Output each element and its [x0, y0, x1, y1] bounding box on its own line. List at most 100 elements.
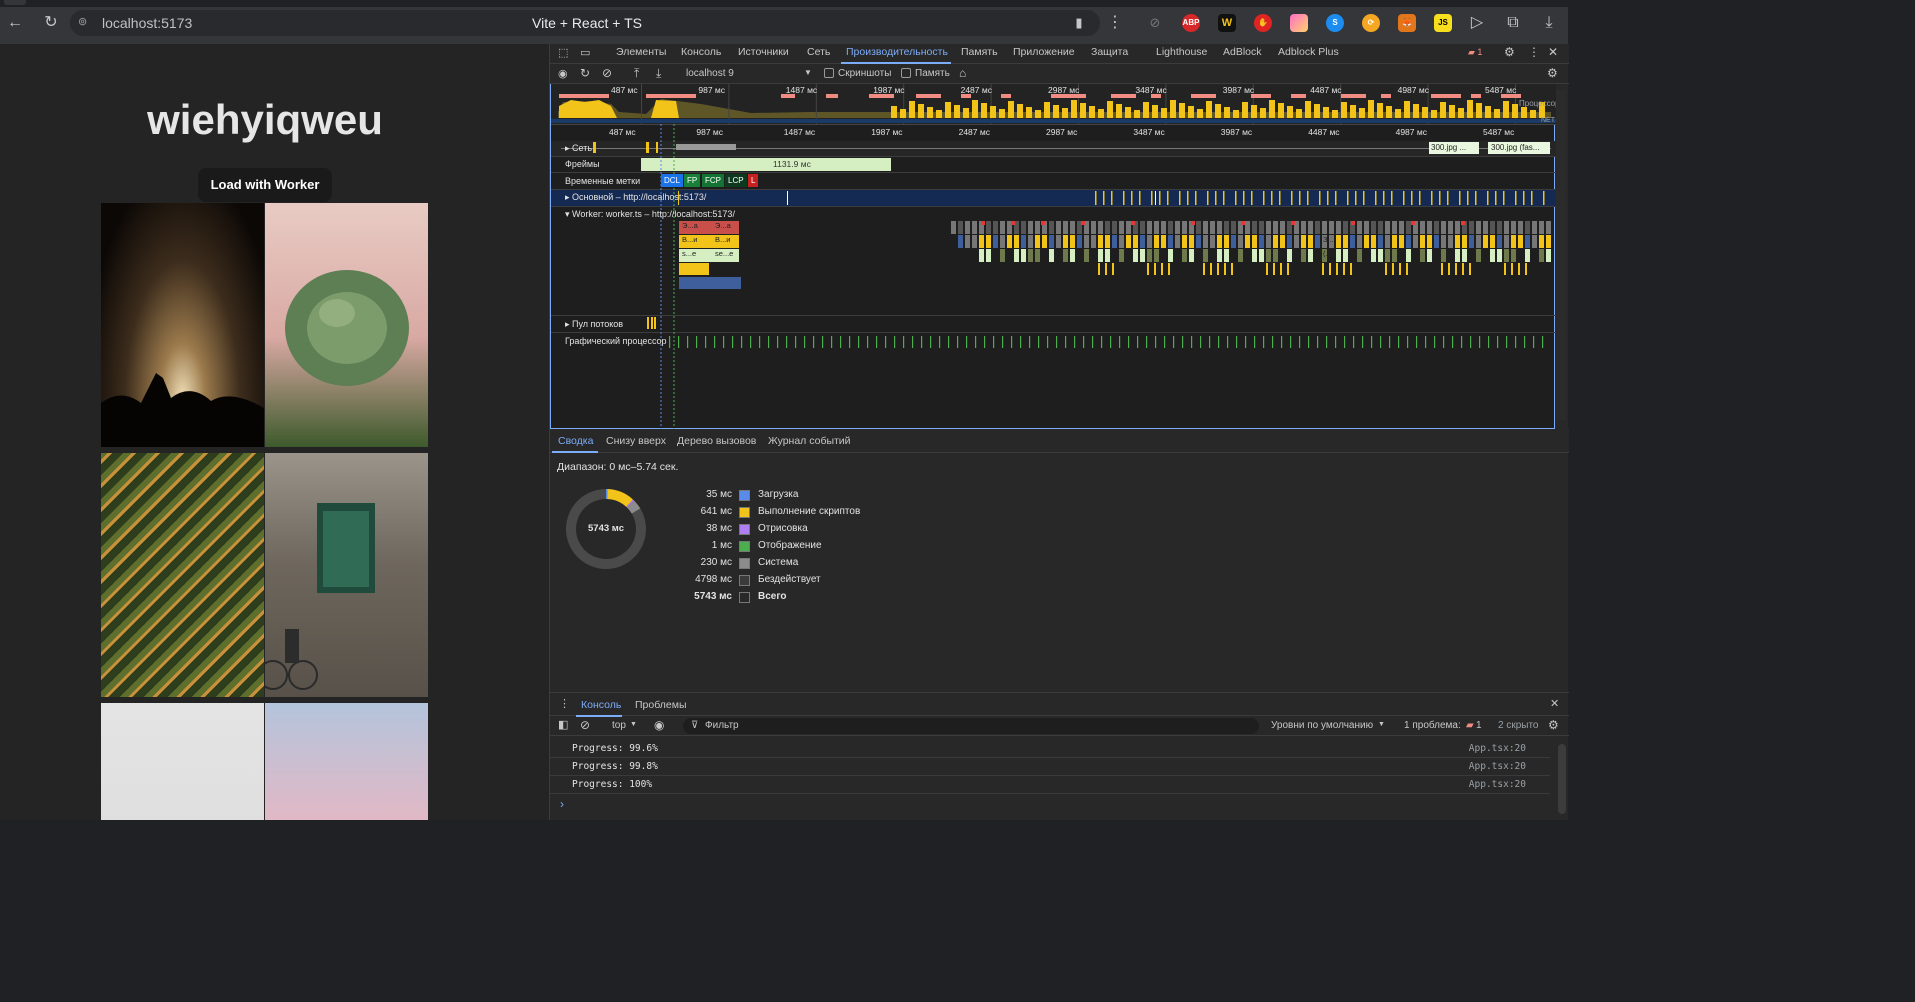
overview-cpu-bar [1107, 101, 1113, 118]
sidebar-toggle-icon[interactable]: ◧ [558, 718, 568, 731]
site-info-icon[interactable]: ⊚ [78, 15, 87, 28]
tab-application[interactable]: Приложение [1013, 46, 1075, 58]
tab-elements[interactable]: Элементы [616, 46, 666, 58]
metamask-icon[interactable]: 🦊 [1398, 14, 1416, 32]
screenshots-checkbox[interactable] [824, 68, 834, 78]
track-network[interactable]: ▸ Сеть [565, 143, 592, 154]
overview-cpu-bar [1413, 104, 1419, 118]
tab-security[interactable]: Защита [1091, 46, 1128, 58]
tab-lighthouse[interactable]: Lighthouse [1156, 46, 1207, 58]
browser-tab[interactable] [4, 0, 26, 5]
frame-bar[interactable] [641, 158, 891, 171]
load-with-worker-button[interactable]: Load with Worker [198, 168, 332, 202]
fp-marker[interactable]: FP [684, 174, 701, 187]
close-drawer-icon[interactable]: ✕ [1550, 697, 1559, 710]
timeline-scrollbar[interactable] [1556, 90, 1566, 420]
track-threadpool[interactable]: ▸ Пул потоков [565, 319, 623, 330]
capture-settings-icon[interactable]: ⚙ [1547, 66, 1558, 80]
extension-w-icon[interactable]: W [1218, 14, 1236, 32]
shazam-icon[interactable]: S [1326, 14, 1344, 32]
javascript-icon[interactable]: JS [1434, 14, 1452, 32]
tab-summary[interactable]: Сводка [558, 435, 593, 447]
issues-badge[interactable]: ▰ 1 [1468, 47, 1482, 58]
garbage-collect-icon[interactable]: ⌂ [959, 66, 966, 80]
adblock-plus-icon[interactable]: ABP [1182, 14, 1200, 32]
drawer-menu-icon[interactable]: ⋮ [559, 697, 570, 710]
gpu-event [1182, 336, 1184, 348]
settings-gear-icon[interactable]: ⚙ [1504, 45, 1515, 59]
context-select[interactable]: top [612, 720, 626, 731]
tab-sources[interactable]: Источники [738, 46, 789, 58]
log-source-link[interactable]: App.tsx:20 [1469, 743, 1526, 754]
upload-profile-icon[interactable]: ⤒ [634, 66, 639, 81]
worker-task [1420, 221, 1425, 234]
performance-timeline[interactable]: 487 мс 987 мс 1487 мс 1987 мс 2487 мс 2987 мс… [550, 84, 1560, 429]
overview-selection-strip[interactable] [551, 119, 1556, 123]
tab-adblock-plus[interactable]: Adblock Plus [1278, 46, 1339, 58]
log-levels-select[interactable]: Уровни по умолчанию [1271, 720, 1373, 731]
extension-gradient-icon[interactable] [1290, 14, 1308, 32]
close-devtools-icon[interactable]: ✕ [1548, 45, 1558, 59]
reload-icon[interactable]: ↻ [42, 14, 60, 32]
overview-cpu-bar [1314, 104, 1320, 118]
console-log-line[interactable]: Progress: 99.8% App.tsx:20 [550, 758, 1550, 776]
adblock-hand-icon[interactable]: ✋ [1254, 14, 1272, 32]
tab-network[interactable]: Сеть [807, 46, 830, 58]
tab-performance[interactable]: Производительность [846, 46, 948, 58]
load-marker[interactable]: L [748, 174, 759, 187]
track-gpu[interactable]: Графический процессор [565, 336, 667, 346]
track-main[interactable]: ▸ Основной – http://localhost:5173/ [565, 192, 706, 203]
extensions-puzzle-icon[interactable]: ⧉ [1504, 14, 1522, 32]
recording-select-chevron-icon[interactable]: ▼ [804, 68, 812, 77]
log-source-link[interactable]: App.tsx:20 [1469, 779, 1526, 790]
console-scrollbar[interactable] [1558, 744, 1566, 814]
clear-console-icon[interactable]: ⊘ [580, 718, 590, 732]
track-worker[interactable]: ▾ Worker: worker.ts – http://localhost:5… [565, 209, 735, 220]
tab-event-log[interactable]: Журнал событий [768, 435, 851, 447]
track-frames[interactable]: Фреймы [565, 159, 600, 169]
dcl-marker[interactable]: DCL [661, 174, 684, 187]
summary-row: 641 мс Выполнение скриптов [680, 506, 980, 520]
console-log-line[interactable]: Progress: 99.6% App.tsx:20 [550, 740, 1550, 758]
gpu-event [993, 336, 995, 348]
device-toolbar-icon[interactable]: ▭ [580, 46, 590, 59]
track-timings[interactable]: Временные метки [565, 176, 640, 186]
more-options-icon[interactable]: ⋮ [1528, 45, 1540, 59]
inspect-element-icon[interactable]: ⬚ [558, 46, 568, 59]
memory-checkbox[interactable] [901, 68, 911, 78]
reload-record-icon[interactable]: ↻ [580, 66, 590, 80]
media-control-icon[interactable]: ▷ [1468, 14, 1486, 32]
bookmark-icon[interactable]: ▮ [1070, 14, 1088, 32]
extension-disabled-icon[interactable]: ⊘ [1146, 14, 1164, 32]
log-source-link[interactable]: App.tsx:20 [1469, 761, 1526, 772]
tab-console[interactable]: Консоль [681, 46, 721, 58]
lcp-marker[interactable]: LCP [725, 174, 747, 187]
tab-bottom-up[interactable]: Снизу вверх [606, 435, 666, 447]
drawer-tab-issues[interactable]: Проблемы [635, 699, 687, 711]
console-filter-input[interactable]: ⊽ Фильтр [683, 718, 1259, 734]
record-icon[interactable]: ◉ [558, 67, 568, 80]
clear-icon[interactable]: ⊘ [602, 66, 612, 80]
drawer-tab-console[interactable]: Консоль [581, 699, 621, 711]
tab-memory[interactable]: Память [961, 46, 998, 58]
menu-dots-icon[interactable]: ⋮ [1106, 14, 1124, 32]
issues-count-label[interactable]: 1 проблема: [1404, 720, 1461, 731]
overview-cpu-bar [1044, 102, 1050, 118]
recording-select[interactable]: localhost 9 [686, 68, 734, 79]
worker-event-function [1098, 263, 1100, 275]
console-settings-icon[interactable]: ⚙ [1548, 718, 1559, 732]
worker-thread-events[interactable] [679, 221, 1551, 289]
tab-call-tree[interactable]: Дерево вызовов [677, 435, 756, 447]
tab-adblock[interactable]: AdBlock [1223, 46, 1262, 58]
worker-event-eval [1035, 235, 1040, 248]
gpu-event [894, 336, 896, 348]
console-output[interactable]: Progress: 99.6% App.tsx:20 Progress: 99.8%… [550, 740, 1569, 820]
console-log-line[interactable]: Progress: 100% App.tsx:20 [550, 776, 1550, 794]
download-profile-icon[interactable]: ⤓ [656, 66, 661, 81]
extension-coin-icon[interactable]: ⟳ [1362, 14, 1380, 32]
live-expression-eye-icon[interactable]: ◉ [654, 718, 664, 732]
console-prompt[interactable]: › [560, 797, 564, 811]
fcp-marker[interactable]: FCP [702, 174, 724, 187]
back-icon[interactable]: ← [6, 14, 24, 32]
download-icon[interactable]: ⤓ [1540, 14, 1558, 32]
